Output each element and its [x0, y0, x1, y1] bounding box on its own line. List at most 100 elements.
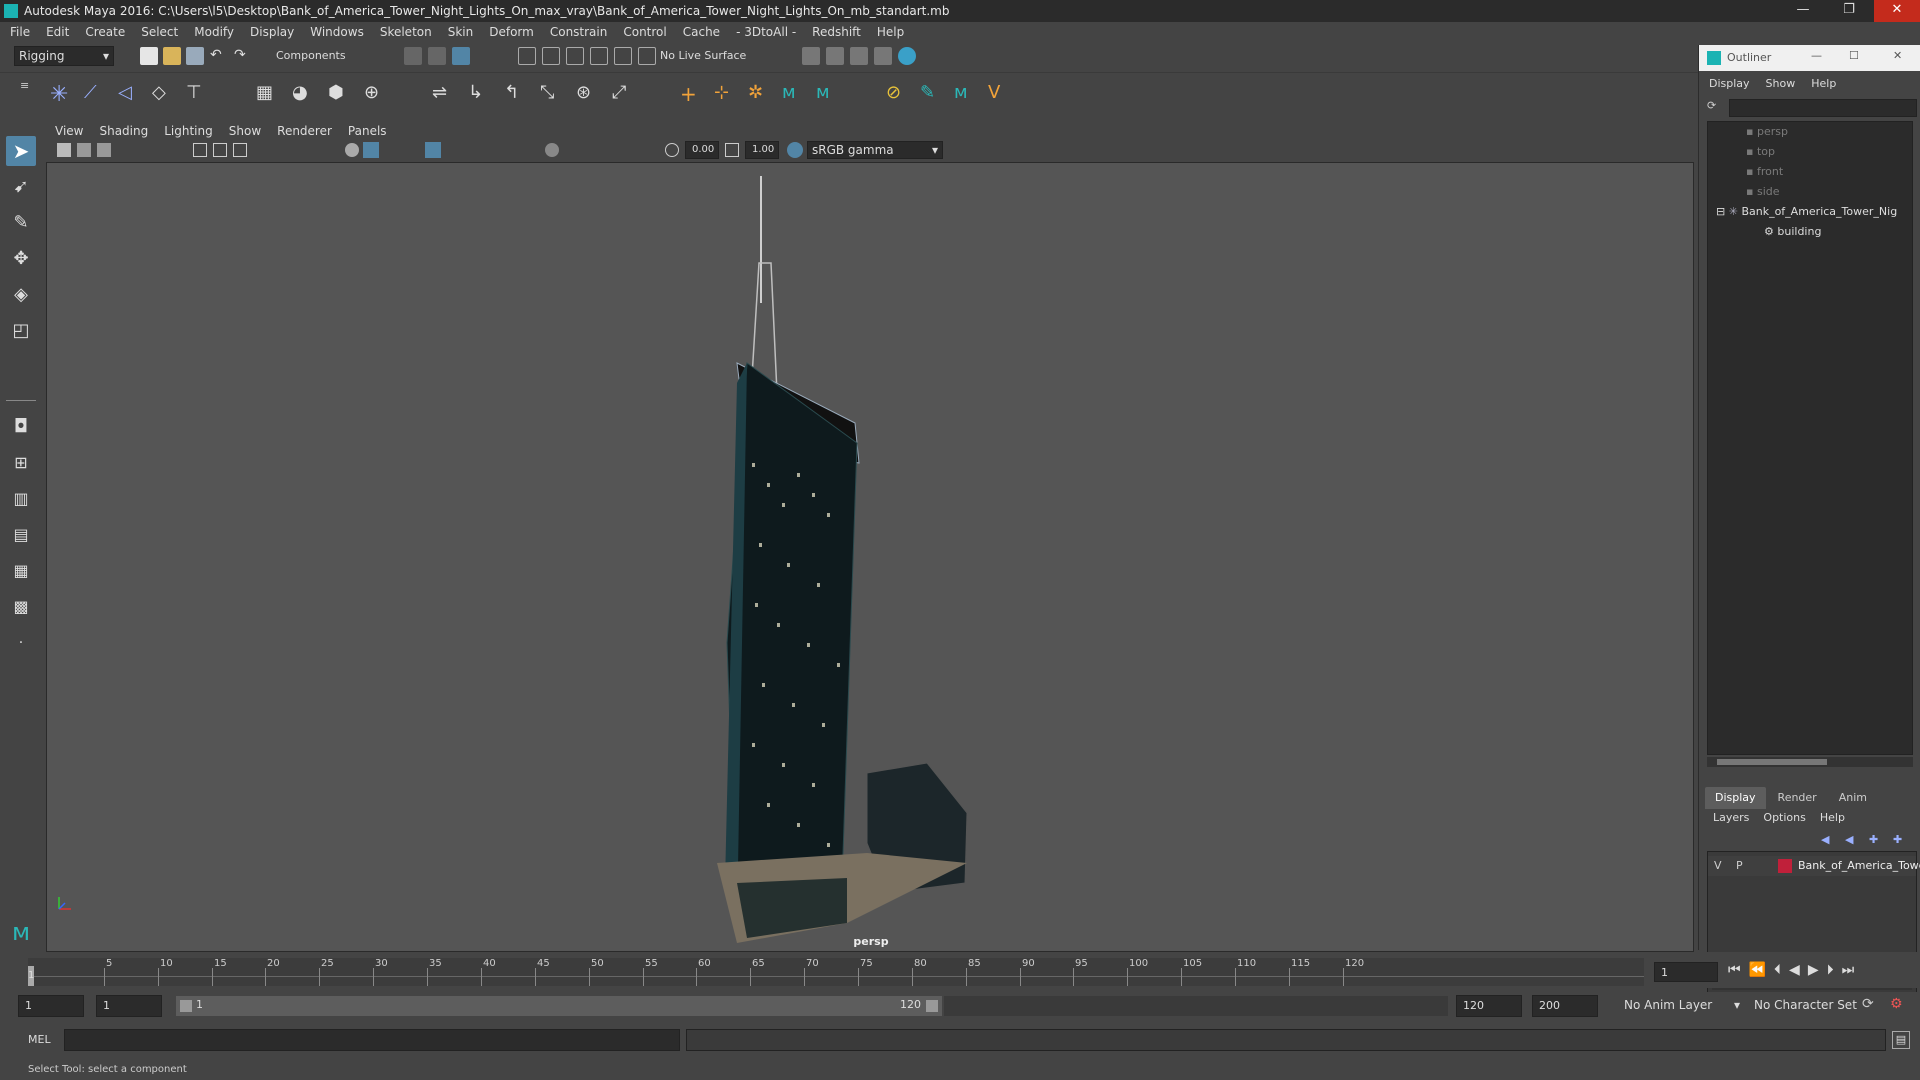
vp-menu-renderer[interactable]: Renderer — [277, 124, 332, 138]
bind-skin-icon[interactable]: ◇ — [152, 82, 178, 108]
particle-icon[interactable]: ✲ — [748, 82, 774, 108]
blendshape-icon[interactable]: ⊕ — [364, 82, 390, 108]
new-scene-icon[interactable] — [140, 47, 158, 65]
menu-modify[interactable]: Modify — [194, 25, 234, 39]
move-tool-icon[interactable]: ✥ — [6, 244, 36, 274]
wireframe-icon[interactable] — [345, 143, 359, 157]
play-forward-icon[interactable]: ▶ — [1808, 962, 1827, 978]
animation-end-field[interactable]: 200 — [1532, 995, 1598, 1017]
outliner-hscrollbar[interactable] — [1707, 757, 1913, 767]
outliner-item-building[interactable]: ⚙ building — [1764, 222, 1821, 242]
preferences-icon[interactable]: ⚙ — [1890, 996, 1903, 1012]
save-scene-icon[interactable] — [186, 47, 204, 65]
outliner-menu-help[interactable]: Help — [1811, 77, 1836, 97]
single-pane-icon[interactable]: ◘ — [6, 412, 36, 442]
mirror-joint-icon[interactable]: ⊤ — [186, 82, 212, 108]
select-component-icon[interactable] — [452, 47, 470, 65]
mode-dropdown[interactable]: Rigging ▾ — [14, 46, 114, 66]
paint-select-icon[interactable]: ✎ — [6, 208, 36, 238]
tab-anim[interactable]: Anim — [1829, 787, 1877, 809]
film-gate-icon[interactable] — [213, 143, 227, 157]
move-layer-down-icon[interactable]: ◀ — [1845, 833, 1853, 846]
layers-menu-options[interactable]: Options — [1763, 811, 1805, 824]
move-layer-up-icon[interactable]: ◀ — [1821, 833, 1829, 846]
camera-attributes-icon[interactable] — [77, 143, 91, 157]
joint-tool-icon[interactable]: ✳ — [50, 82, 76, 108]
go-to-end-icon[interactable]: ⏭ — [1842, 962, 1863, 978]
scale-tool-icon[interactable]: ◰ — [6, 316, 36, 346]
select-hierarchy-icon[interactable] — [404, 47, 422, 65]
orient-constraint-icon[interactable]: ↰ — [504, 82, 530, 108]
step-back-key-icon[interactable]: ⏪ — [1749, 962, 1774, 978]
four-pane-icon[interactable]: ⊞ — [6, 448, 36, 478]
gamma-field[interactable]: 1.00 — [745, 141, 779, 159]
vp-menu-show[interactable]: Show — [229, 124, 261, 138]
color-management-icon[interactable] — [787, 142, 803, 158]
selection-mode-label[interactable]: Components — [276, 49, 346, 62]
parent-constraint-icon[interactable]: ⇌ — [432, 82, 458, 108]
tab-display[interactable]: Display — [1705, 787, 1766, 809]
layers-menu-layers[interactable]: Layers — [1713, 811, 1749, 824]
current-frame-field[interactable]: 1 — [1654, 962, 1718, 982]
cluster-icon[interactable]: ▦ — [256, 82, 282, 108]
custom-layout-icon[interactable]: · — [6, 628, 36, 658]
maximize-button[interactable]: ❐ — [1826, 0, 1872, 22]
maya-tool-b-icon[interactable]: ᴍ — [816, 82, 842, 108]
live-surface-label[interactable]: No Live Surface — [660, 49, 746, 62]
textured-icon[interactable] — [425, 142, 441, 158]
snap-vertex-icon[interactable] — [638, 47, 656, 65]
layer-visibility-toggle[interactable]: V — [1714, 859, 1722, 872]
outliner-item-top[interactable]: ▪ top — [1746, 142, 1775, 162]
snap-curve-icon[interactable] — [542, 47, 560, 65]
menu-deform[interactable]: Deform — [489, 25, 534, 39]
gamma-icon[interactable] — [725, 143, 739, 157]
resolution-gate-icon[interactable] — [233, 143, 247, 157]
scale-constraint-icon[interactable]: ⤡ — [540, 82, 566, 108]
locator-icon[interactable]: + — [680, 82, 706, 108]
locator-joint-icon[interactable]: ⊹ — [714, 82, 740, 108]
time-ruler[interactable]: 1 5 10 15 20 25 30 35 40 45 50 55 60 65 70 75 80 85 90 95 1… — [28, 958, 1644, 986]
sculpt-icon[interactable]: ✎ — [920, 82, 946, 108]
step-back-frame-icon[interactable]: ⏴ — [1774, 962, 1789, 978]
snap-point-icon[interactable] — [566, 47, 584, 65]
bookmark-icon[interactable] — [97, 143, 111, 157]
menu-skin[interactable]: Skin — [448, 25, 474, 39]
exposure-field[interactable]: 0.00 — [685, 141, 719, 159]
stacked-icon[interactable]: ▤ — [6, 520, 36, 550]
outliner-filter-icon[interactable]: ⟳ — [1707, 99, 1723, 115]
exposure-icon[interactable] — [665, 143, 679, 157]
render-view-icon[interactable] — [802, 47, 820, 65]
script-editor-icon[interactable]: ▤ — [1892, 1031, 1910, 1049]
snap-view-icon[interactable] — [590, 47, 608, 65]
menu-control[interactable]: Control — [623, 25, 666, 39]
menu-constrain[interactable]: Constrain — [550, 25, 608, 39]
render-settings-icon[interactable] — [874, 47, 892, 65]
scroll-thumb[interactable] — [1717, 759, 1827, 765]
smooth-shade-icon[interactable] — [363, 142, 379, 158]
colorspace-dropdown[interactable]: sRGB gamma ▾ — [807, 141, 943, 159]
character-set-dropdown[interactable]: No Character Set — [1750, 995, 1866, 1017]
outliner-item-side[interactable]: ▪ side — [1746, 182, 1780, 202]
outliner-minimize-button[interactable]: — — [1811, 49, 1822, 62]
snap-surface-icon[interactable] — [614, 47, 632, 65]
menu-skeleton[interactable]: Skeleton — [380, 25, 432, 39]
new-layer-selected-icon[interactable]: ✚ — [1893, 833, 1902, 846]
range-start-handle[interactable] — [180, 1000, 192, 1012]
outliner-menu-display[interactable]: Display — [1709, 77, 1750, 97]
tab-render[interactable]: Render — [1768, 787, 1827, 809]
pole-vector-icon[interactable]: ⤢ — [612, 82, 638, 108]
range-end-handle[interactable] — [926, 1000, 938, 1012]
close-button[interactable]: ✕ — [1874, 0, 1920, 22]
select-tool-icon[interactable]: ➤ — [6, 136, 36, 166]
ik-handle-icon[interactable]: ⟋ — [84, 82, 110, 108]
hypershade-icon[interactable] — [898, 47, 916, 65]
animation-start-field[interactable]: 1 — [18, 995, 84, 1017]
shelf-options-icon[interactable]: ≡ — [20, 79, 34, 109]
step-forward-frame-icon[interactable]: ⏵ — [1827, 962, 1842, 978]
outliner-item-persp[interactable]: ▪ persp — [1746, 122, 1788, 142]
layer-color-swatch[interactable] — [1778, 859, 1792, 873]
redo-icon[interactable]: ↷ — [234, 47, 246, 63]
maya-tool-a-icon[interactable]: ᴍ — [782, 82, 808, 108]
camera-select-icon[interactable] — [57, 143, 71, 157]
maya-tool-c-icon[interactable]: ᴍ — [954, 82, 980, 108]
